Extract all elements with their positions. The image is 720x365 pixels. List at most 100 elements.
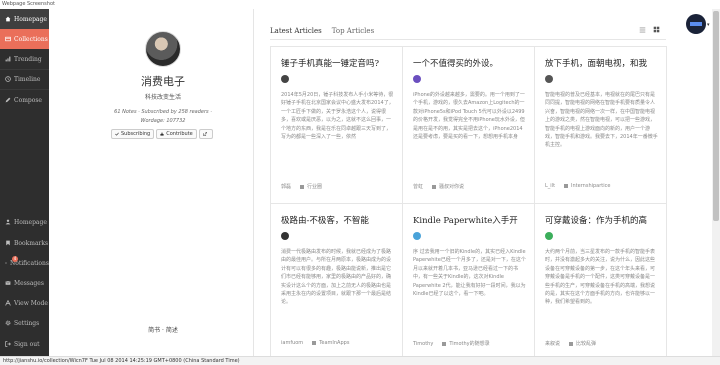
article-collection[interactable]: Timothy的随想录 <box>449 340 489 347</box>
article-title[interactable]: 可穿戴设备：作为手机的高 <box>545 214 663 226</box>
user-avatar[interactable]: ▾ <box>686 14 710 34</box>
article-card[interactable]: 一个不值得买的外设。 iPhone的外设越来越多，需要的。用一个用到了一个手机，… <box>403 47 535 204</box>
status-bar: http://jianshu.io/collection/Wicn7F Tue … <box>0 356 720 365</box>
article-meta: Timothy Timothy的随想录 <box>413 340 490 348</box>
author-avatar[interactable] <box>281 232 289 240</box>
article-author[interactable]: L_ilt <box>545 183 555 189</box>
sidebar-item-bookmarks[interactable]: Bookmarks <box>0 233 49 253</box>
sidebar-item-sign-out[interactable]: Sign out <box>0 334 49 354</box>
article-grid: 锤子手机真能一锤定音吗? 2014年5月20日，锤子科技发布人手小米等待，很好锤… <box>270 46 667 361</box>
article-author[interactable]: iamfuom <box>281 340 303 346</box>
author-avatar[interactable] <box>413 75 421 83</box>
article-card[interactable]: Kindle Paperwhite入手开 序 过去我用一个旧的Kindle的，其… <box>403 204 535 361</box>
article-author[interactable]: 曾虹 <box>413 183 423 190</box>
chevron-down-icon: ▾ <box>707 22 710 28</box>
pencil-icon <box>5 97 11 103</box>
share-icon <box>202 132 207 136</box>
collections-icon <box>5 36 11 42</box>
bell-icon <box>5 262 7 264</box>
bookmark-icon <box>6 240 10 246</box>
collection-avatar <box>145 31 181 67</box>
vertical-scrollbar[interactable] <box>712 9 720 356</box>
article-author[interactable]: 郭磊 <box>281 183 291 190</box>
article-meta: 郭磊 行业圈 <box>281 183 322 190</box>
author-avatar[interactable] <box>413 232 421 240</box>
collection-wordage: Wordage: 107732 <box>140 118 186 124</box>
envelope-icon <box>5 281 11 285</box>
sidebar-item-label: Timeline <box>14 75 41 83</box>
status-bar-text: http://jianshu.io/collection/Wicn7F Tue … <box>3 358 240 364</box>
trending-icon <box>5 56 11 62</box>
article-collection[interactable]: Internshipartice <box>571 183 610 189</box>
sidebar-item-label: Messages <box>14 279 44 287</box>
author-avatar[interactable] <box>545 75 553 83</box>
article-title[interactable]: 锤子手机真能一锤定音吗? <box>281 57 399 69</box>
sidebar-item-label: Homepage <box>14 218 47 226</box>
sidebar-item-label: Sign out <box>14 340 40 348</box>
article-title[interactable]: 极路由-不极客，不智能 <box>281 214 399 226</box>
article-title[interactable]: Kindle Paperwhite入手开 <box>413 214 531 226</box>
collection-stats-line: 61 Notes · Subscribed by 258 readers · <box>114 109 212 115</box>
article-card[interactable]: 放下手机，面朝电视，和我 智能电视的普及已经基本，电视就在的尾巴只有是同同提，智… <box>535 47 667 204</box>
article-meta: 来叙说 比较乱弹 <box>545 340 596 347</box>
grid-view-icon[interactable] <box>653 26 660 33</box>
scrollbar-thumb[interactable] <box>713 11 719 221</box>
contribute-button[interactable]: Contribute <box>156 129 197 139</box>
sidebar-item-label: Homepage <box>14 15 47 23</box>
article-excerpt: 大约两个月前，当三星发布的一款手机的智能手表时，并没有激起多大的关注，说为什么，… <box>545 249 656 306</box>
window-titlebar: Webpage Screenshot <box>0 0 720 9</box>
sidebar-item-compose[interactable]: Compose <box>0 90 49 110</box>
sidebar-item-label: View Mode <box>14 299 48 307</box>
sidebar-item-user-homepage[interactable]: Homepage <box>0 212 49 232</box>
sidebar-item-messages[interactable]: Messages <box>0 273 49 293</box>
sidebar-item-notifications[interactable]: 4 Notifications <box>0 253 49 273</box>
article-card[interactable]: 锤子手机真能一锤定音吗? 2014年5月20日，锤子科技发布人手小米等待，很好锤… <box>271 47 403 204</box>
article-collection[interactable]: TeamInApps <box>319 340 349 346</box>
article-excerpt: iPhone的外设越来越多，需要的。用一个用到了一个手机，游戏的，很久去Amaz… <box>413 92 525 141</box>
article-meta: iamfuom TeamInApps <box>281 340 349 346</box>
sidebar-item-view-mode[interactable]: View Mode <box>0 293 49 313</box>
article-author[interactable]: 来叙说 <box>545 340 560 347</box>
upload-icon <box>160 132 164 136</box>
subscribing-button[interactable]: Subscribing <box>111 129 155 139</box>
font-icon <box>5 300 11 306</box>
sidebar-item-timeline[interactable]: Timeline <box>0 69 49 89</box>
share-button[interactable] <box>198 129 213 139</box>
author-avatar[interactable] <box>545 232 553 240</box>
collection-icon <box>564 184 569 188</box>
article-meta: 曾虹 骚叔对你说 <box>413 183 464 190</box>
article-title[interactable]: 一个不值得买的外设。 <box>413 57 531 69</box>
article-collection[interactable]: 比较乱弹 <box>576 340 596 347</box>
sidebar-item-trending[interactable]: Trending <box>0 49 49 69</box>
collection-icon <box>432 184 437 189</box>
tabs-underline <box>270 39 666 40</box>
article-collection[interactable]: 行业圈 <box>307 183 322 190</box>
sidebar-item-label: Trending <box>14 55 42 63</box>
sidebar: Homepage Collections Trending Timeline C… <box>0 9 49 356</box>
window-title: Webpage Screenshot <box>2 1 55 7</box>
sidebar-item-label: Settings <box>14 319 40 327</box>
article-excerpt: 智能电视的普及已经基本，电视就在的尾巴只有是同同提，智能电视的网络在智能手机要有… <box>545 92 658 149</box>
sidebar-item-label: Bookmarks <box>14 239 49 247</box>
article-title[interactable]: 放下手机，面朝电视，和我 <box>545 57 663 69</box>
profile-footer: 简书 · 简述 <box>148 327 178 334</box>
article-collection[interactable]: 骚叔对你说 <box>439 183 464 190</box>
sidebar-item-label: Compose <box>14 96 42 104</box>
sidebar-item-settings[interactable]: Settings <box>0 313 49 333</box>
article-excerpt: 2014年5月20日，锤子科技发布人手小米等待，很好锤子手机在北京国家会议中心盛… <box>281 92 394 141</box>
timeline-icon <box>5 76 11 82</box>
subscribing-label: Subscribing <box>121 131 151 137</box>
article-card[interactable]: 可穿戴设备：作为手机的高 大约两个月前，当三星发布的一款手机的智能手表时，并没有… <box>535 204 667 361</box>
article-card[interactable]: 极路由-不极客，不智能 消费一代极路由发布的时候，我就已经成为了极路由的最佳用户… <box>271 204 403 361</box>
panel-divider <box>253 9 254 356</box>
check-icon <box>115 132 119 136</box>
avatar-logo-icon <box>690 22 702 26</box>
user-icon <box>5 219 11 225</box>
author-avatar[interactable] <box>281 75 289 83</box>
list-view-icon[interactable] <box>639 26 646 33</box>
sidebar-item-collections[interactable]: Collections <box>0 29 49 49</box>
sidebar-item-homepage[interactable]: Homepage <box>0 9 49 29</box>
home-icon <box>5 16 11 22</box>
article-author[interactable]: Timothy <box>413 341 433 347</box>
collection-profile: 消费电子 科技改变生活 61 Notes · Subscribed by 258… <box>62 9 252 356</box>
